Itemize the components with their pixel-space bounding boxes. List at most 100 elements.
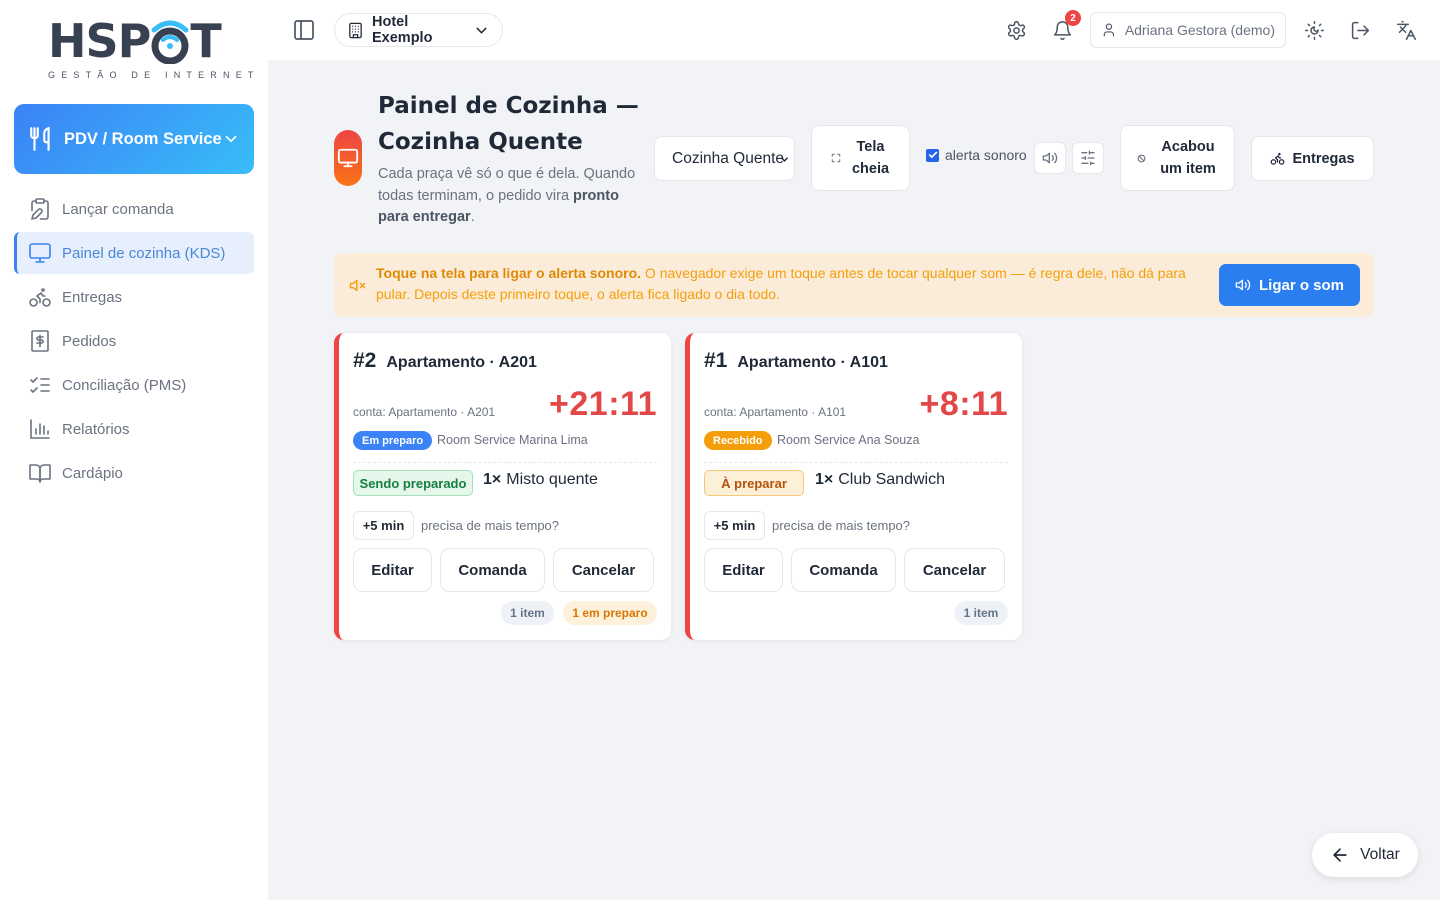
progress-pill: 1 em preparo bbox=[563, 601, 657, 625]
brand-name-end: T bbox=[190, 14, 221, 68]
ticket-button[interactable]: Comanda bbox=[440, 548, 545, 592]
order-timer: +21:11 bbox=[549, 385, 657, 423]
add-time-button[interactable]: +5 min bbox=[353, 511, 414, 540]
sidebar-item-label: Entregas bbox=[62, 288, 123, 306]
panel-left-icon bbox=[294, 20, 314, 40]
hotel-selector[interactable]: Hotel Exemplo bbox=[334, 13, 503, 47]
translate-icon bbox=[1396, 20, 1416, 40]
enable-sound-button[interactable]: Ligar o som bbox=[1219, 264, 1360, 306]
monitor-icon bbox=[29, 243, 51, 263]
finished-item-button[interactable]: Acabou um item bbox=[1120, 125, 1235, 191]
sidebar-item-entregas[interactable]: Entregas bbox=[14, 276, 254, 318]
sidebar-item-label: Painel de cozinha (KDS) bbox=[62, 244, 226, 262]
more-time-hint: precisa de mais tempo? bbox=[772, 518, 911, 533]
theme-toggle-button[interactable] bbox=[1300, 16, 1328, 44]
ticket-button[interactable]: Comanda bbox=[791, 548, 896, 592]
page-description: Cada praça vê só o que é dela. Quando to… bbox=[378, 164, 648, 229]
user-icon bbox=[1103, 23, 1115, 37]
logout-button[interactable] bbox=[1346, 16, 1374, 44]
logout-icon bbox=[1351, 21, 1369, 39]
bar-chart-icon bbox=[30, 419, 50, 439]
volume-icon bbox=[1042, 152, 1058, 164]
order-card: #2 Apartamento · A201 conta: Apartamento… bbox=[334, 333, 671, 640]
volume-icon bbox=[1235, 279, 1251, 291]
test-sound-button[interactable] bbox=[1034, 142, 1066, 174]
item-qty: 1× bbox=[815, 471, 834, 488]
order-timer: +8:11 bbox=[919, 385, 1008, 423]
sidebar-item-conciliacao[interactable]: Conciliação (PMS) bbox=[14, 364, 254, 406]
sidebar-item-pedidos[interactable]: Pedidos bbox=[14, 320, 254, 362]
edit-button[interactable]: Editar bbox=[353, 548, 432, 592]
sidebar-item-label: Relatórios bbox=[62, 420, 130, 438]
praca-select[interactable]: Cozinha Quente bbox=[654, 136, 795, 181]
sound-settings-button[interactable] bbox=[1072, 142, 1104, 174]
module-selector[interactable]: PDV / Room Service bbox=[14, 104, 254, 174]
order-account: conta: Apartamento · A101 bbox=[704, 405, 847, 419]
sound-alert-banner[interactable]: Toque na tela para ligar o alerta sonoro… bbox=[334, 253, 1374, 317]
chevron-down-icon bbox=[781, 157, 788, 162]
sidebar-item-cardapio[interactable]: Cardápio bbox=[14, 452, 254, 494]
cancel-button[interactable]: Cancelar bbox=[553, 548, 654, 592]
receipt-dollar-icon bbox=[31, 330, 49, 352]
item-status-button[interactable]: À preparar bbox=[704, 470, 804, 496]
brand-tagline: GESTÃO DE INTERNET bbox=[48, 70, 260, 80]
fullscreen-button[interactable]: Tela cheia bbox=[811, 125, 910, 191]
notification-badge: 2 bbox=[1065, 10, 1081, 26]
bike-icon bbox=[1271, 152, 1285, 165]
circle-off-icon bbox=[1137, 154, 1146, 162]
order-account: conta: Apartamento · A201 bbox=[353, 405, 496, 419]
sidebar-item-label: Pedidos bbox=[62, 332, 117, 350]
user-menu-button[interactable]: Adriana Gestora (demo) bbox=[1090, 12, 1286, 48]
item-status-button[interactable]: Sendo preparado bbox=[353, 470, 473, 496]
page-description-end: . bbox=[470, 209, 475, 225]
checkbox-checked[interactable] bbox=[926, 148, 939, 162]
cancel-button[interactable]: Cancelar bbox=[904, 548, 1005, 592]
sidebar-item-lancar-comanda[interactable]: Lançar comanda bbox=[14, 188, 254, 230]
sound-alert-bold: Toque na tela para ligar o alerta sonoro… bbox=[376, 265, 642, 281]
enable-sound-label: Ligar o som bbox=[1258, 276, 1344, 294]
wifi-o-icon bbox=[150, 18, 190, 64]
order-header: #2 Apartamento · A201 bbox=[353, 349, 537, 373]
hotel-name: Hotel Exemplo bbox=[372, 14, 433, 46]
brand-name-start: HSP bbox=[48, 14, 151, 68]
kds-header-icon bbox=[334, 130, 362, 186]
order-header: #1 Apartamento · A101 bbox=[704, 349, 888, 373]
clipboard-edit-icon bbox=[31, 198, 49, 220]
brand-logo[interactable]: HSP T GESTÃO DE INTERNET bbox=[48, 14, 260, 84]
order-item: 1× Club Sandwich bbox=[815, 471, 945, 489]
status-badge: Em preparo bbox=[353, 431, 433, 450]
list-checks-icon bbox=[30, 377, 50, 393]
language-button[interactable] bbox=[1392, 16, 1420, 44]
sound-alert-label: alerta sonoro bbox=[945, 147, 1027, 163]
sound-alert-toggle[interactable]: alerta sonoro bbox=[926, 147, 1027, 163]
monitor-icon bbox=[337, 148, 359, 168]
sidebar: HSP T GESTÃO DE INTERNET PDV / Room Serv… bbox=[0, 0, 268, 900]
deliveries-button[interactable]: Entregas bbox=[1251, 136, 1374, 181]
sidebar-toggle-button[interactable] bbox=[292, 18, 316, 42]
sun-moon-icon bbox=[1304, 20, 1324, 40]
status-badge: Recebido bbox=[704, 431, 772, 450]
order-number: #1 bbox=[704, 349, 728, 372]
chevron-down-icon bbox=[225, 135, 237, 143]
sidebar-item-label: Cardápio bbox=[62, 464, 123, 482]
deliveries-label: Entregas bbox=[1292, 150, 1355, 167]
sidebar-item-relatorios[interactable]: Relatórios bbox=[14, 408, 254, 450]
book-open-icon bbox=[29, 464, 51, 483]
user-name: Adriana Gestora (demo) bbox=[1124, 22, 1275, 38]
order-number: #2 bbox=[353, 349, 377, 372]
add-time-button[interactable]: +5 min bbox=[704, 511, 765, 540]
item-qty: 1× bbox=[483, 471, 502, 488]
utensils-icon bbox=[30, 126, 50, 151]
sidebar-item-painel-cozinha[interactable]: Painel de cozinha (KDS) bbox=[14, 232, 254, 274]
edit-button[interactable]: Editar bbox=[704, 548, 783, 592]
items-count-pill: 1 item bbox=[954, 601, 1008, 625]
back-button[interactable]: Voltar bbox=[1312, 833, 1418, 877]
items-count-pill: 1 item bbox=[501, 601, 554, 625]
sliders-icon bbox=[1081, 150, 1095, 166]
fullscreen-label: Tela cheia bbox=[851, 139, 890, 177]
item-name: Misto quente bbox=[506, 471, 598, 488]
sidebar-item-label: Lançar comanda bbox=[62, 200, 174, 218]
finished-item-label: Acabou um item bbox=[1160, 139, 1216, 177]
notifications-button[interactable]: 2 bbox=[1048, 10, 1081, 44]
settings-button[interactable] bbox=[1002, 16, 1030, 44]
